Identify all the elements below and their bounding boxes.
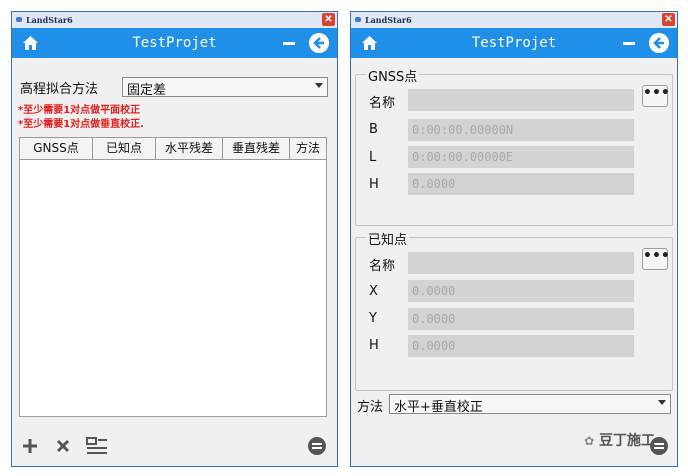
column-method[interactable]: 方法 [290,138,326,159]
warning-horizontal: *至少需要1对点做平面校正 [18,105,141,116]
app-header: TestProjet [351,28,677,58]
window-titlebar: LandStar6 ✕ [351,12,677,28]
column-known[interactable]: 已知点 [93,138,156,159]
known-h-field[interactable]: 0.0000 [408,335,634,357]
chevron-down-icon [315,83,323,88]
gnss-group-title: GNSS点 [366,66,420,85]
gnss-b-label: B [369,122,378,137]
known-point-group: 已知点 名称 ••• X 0.0000 Y 0.0000 H 0.0000 [355,229,673,391]
gnss-h-value: 0.0000 [412,177,456,191]
known-x-value: 0.0000 [412,284,456,298]
column-gnss[interactable]: GNSS点 [20,138,93,159]
known-name-field[interactable] [408,252,634,274]
more-options-icon[interactable] [307,436,327,456]
window-titlebar: LandStar6 ✕ [12,12,337,28]
gnss-name-label: 名称 [369,96,396,111]
window-title: LandStar6 [26,15,73,25]
add-icon[interactable] [22,438,38,454]
known-pick-button[interactable]: ••• [642,248,670,270]
list-icon[interactable] [86,437,108,455]
column-horizontal-residual[interactable]: 水平残差 [156,138,223,159]
method-value: 水平+垂直校正 [394,400,483,415]
wechat-icon: ✿ [584,434,595,448]
gnss-l-value: 0:00:00.00000E [412,150,514,164]
minimize-icon[interactable] [283,42,295,45]
fit-method-value: 固定差 [127,83,167,98]
known-name-label: 名称 [369,259,396,274]
known-group-title: 已知点 [366,229,410,248]
chevron-down-icon [658,400,666,405]
app-icon [355,17,361,22]
right-window: LandStar6 ✕ TestProjet GNSS点 名称 ••• B 0:… [350,11,678,467]
back-arrow-icon[interactable] [309,33,329,53]
fit-method-label: 高程拟合方法 [20,82,99,97]
known-x-label: X [369,284,378,299]
gnss-b-field[interactable]: 0:00:00.00000N [408,119,634,141]
app-header: TestProjet [12,28,337,58]
known-h-value: 0.0000 [412,339,456,353]
close-icon[interactable]: ✕ [662,13,675,26]
watermark-text: 豆丁施工 [599,433,655,449]
close-icon[interactable]: ✕ [322,13,335,26]
gnss-name-field[interactable] [408,89,634,111]
gnss-pick-button[interactable]: ••• [642,85,670,107]
minimize-icon[interactable] [623,42,635,45]
known-h-label: H [369,338,379,353]
gnss-h-label: H [369,177,379,192]
method-select[interactable]: 水平+垂直校正 [389,394,671,415]
app-icon [16,17,22,22]
column-vertical-residual[interactable]: 垂直残差 [223,138,290,159]
warning-vertical: *至少需要1对点做垂直校正. [18,119,144,130]
table-header: GNSS点 已知点 水平残差 垂直残差 方法 [20,138,326,160]
residual-table[interactable]: GNSS点 已知点 水平残差 垂直残差 方法 [19,137,327,417]
gnss-l-label: L [369,150,377,165]
known-x-field[interactable]: 0.0000 [408,280,634,302]
known-y-label: Y [369,311,377,326]
left-window: LandStar6 ✕ TestProjet 高程拟合方法 固定差 *至少需要1… [11,11,338,467]
watermark: ✿ 豆丁施工 [584,430,655,450]
gnss-l-field[interactable]: 0:00:00.00000E [408,146,634,168]
known-y-value: 0.0000 [412,312,456,326]
left-toolbar [12,426,337,466]
window-title: LandStar6 [365,15,412,25]
fit-method-select[interactable]: 固定差 [122,77,328,98]
method-label: 方法 [357,400,384,415]
back-arrow-icon[interactable] [649,33,669,53]
known-y-field[interactable]: 0.0000 [408,308,634,330]
gnss-h-field[interactable]: 0.0000 [408,173,634,195]
gnss-b-value: 0:00:00.00000N [412,123,514,137]
gnss-point-group: GNSS点 名称 ••• B 0:00:00.00000N L 0:00:00.… [355,66,673,226]
delete-icon[interactable] [56,439,70,453]
